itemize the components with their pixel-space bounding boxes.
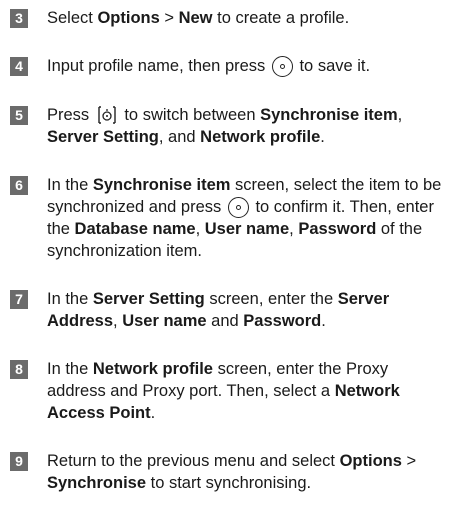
step-4: 4 Input profile name, then press to save… — [10, 55, 446, 77]
step-number: 3 — [10, 9, 28, 28]
step-text: Return to the previous menu and select O… — [47, 452, 417, 492]
step-text: In the Network profile screen, enter the… — [47, 360, 400, 422]
ok-key-icon — [271, 56, 293, 77]
step-number: 8 — [10, 360, 28, 379]
step-text: Press to switch between Synchronise item… — [47, 106, 403, 146]
step-number: 5 — [10, 106, 28, 125]
step-text: Select Options > New to create a profile… — [47, 9, 350, 27]
step-6: 6 In the Synchronise item screen, select… — [10, 174, 446, 262]
step-number: 4 — [10, 57, 28, 76]
step-text: In the Server Setting screen, enter the … — [47, 290, 390, 330]
navigation-key-icon — [98, 106, 116, 124]
step-number: 6 — [10, 176, 28, 195]
step-7: 7 In the Server Setting screen, enter th… — [10, 288, 446, 332]
step-5: 5 Press to switch between Synchronise it… — [10, 104, 446, 148]
step-number: 7 — [10, 290, 28, 309]
step-9: 9 Return to the previous menu and select… — [10, 450, 446, 494]
step-8: 8 In the Network profile screen, enter t… — [10, 358, 446, 424]
step-3: 3 Select Options > New to create a profi… — [10, 7, 446, 29]
step-number: 9 — [10, 452, 28, 471]
step-text: Input profile name, then press to save i… — [47, 56, 371, 77]
step-text: In the Synchronise item screen, select t… — [47, 176, 442, 260]
ok-key-icon — [227, 197, 249, 218]
